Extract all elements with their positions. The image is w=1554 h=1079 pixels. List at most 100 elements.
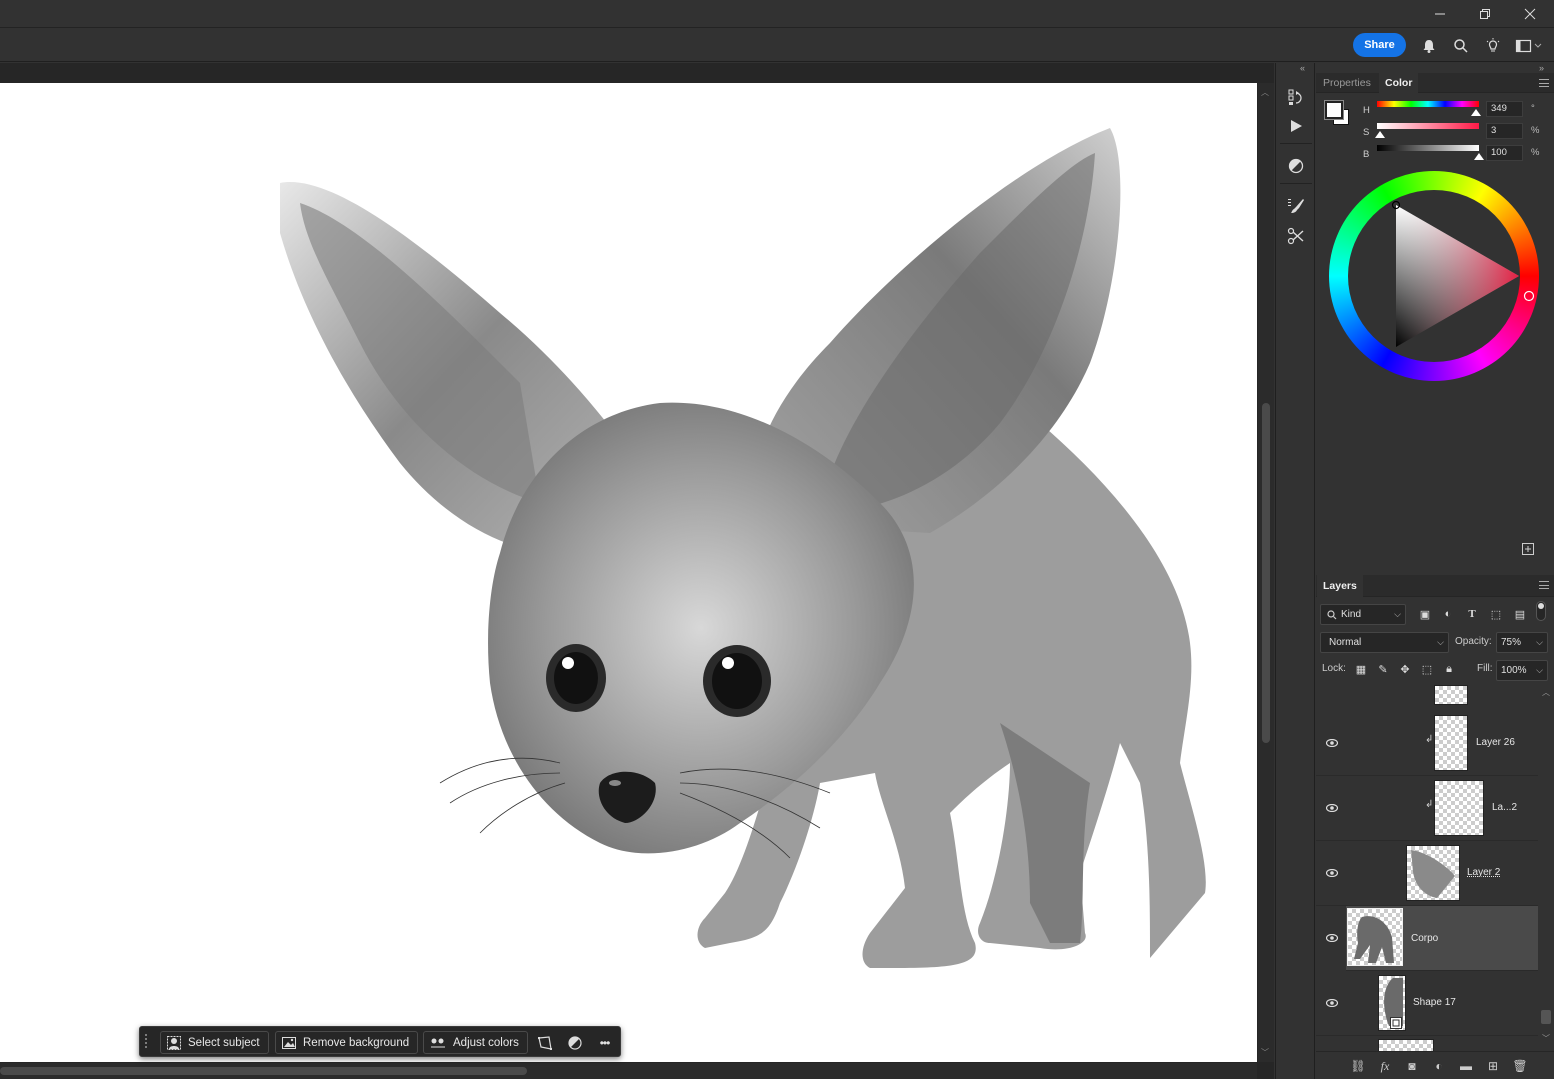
layer-row[interactable]: Shape 17 bbox=[1316, 971, 1538, 1036]
scroll-up-icon[interactable]: ︿ bbox=[1261, 87, 1269, 98]
delete-layer-trash-icon[interactable]: 🗑︎ bbox=[1511, 1058, 1529, 1074]
horizontal-scroll-thumb[interactable] bbox=[0, 1067, 527, 1075]
clone-source-button[interactable] bbox=[1284, 224, 1308, 248]
restore-button[interactable] bbox=[1462, 0, 1508, 28]
adjust-colors-button[interactable]: Adjust colors bbox=[423, 1031, 528, 1054]
panel-menu-icon[interactable] bbox=[1539, 79, 1549, 87]
scroll-down-icon[interactable]: ﹀ bbox=[1542, 1033, 1550, 1044]
tab-properties[interactable]: Properties bbox=[1317, 73, 1377, 93]
hue-field[interactable]: 349 bbox=[1486, 101, 1523, 117]
lock-artboard-icon[interactable]: ⬚ bbox=[1420, 662, 1434, 676]
layers-scroll-thumb[interactable] bbox=[1541, 1010, 1551, 1024]
shape-layer-icon bbox=[1390, 1017, 1402, 1029]
opacity-value: 75% bbox=[1501, 637, 1522, 648]
visibility-eye-icon[interactable] bbox=[1326, 867, 1338, 879]
panel-menu-icon[interactable] bbox=[1539, 581, 1549, 589]
opacity-field[interactable]: 75% ⌵ bbox=[1496, 632, 1548, 653]
notifications-button[interactable] bbox=[1418, 35, 1440, 57]
add-mask-icon[interactable]: ◙ bbox=[1403, 1058, 1421, 1074]
new-adjustment-layer-icon[interactable]: ◐ bbox=[1430, 1058, 1448, 1074]
new-group-folder-icon[interactable]: ▬ bbox=[1457, 1058, 1475, 1074]
layer-name: Shape 17 bbox=[1413, 997, 1456, 1008]
layer-row[interactable]: Layer 2 bbox=[1316, 841, 1538, 906]
more-options-button[interactable]: ••• bbox=[593, 1031, 616, 1054]
hue-ring-marker bbox=[1523, 290, 1535, 302]
visibility-eye-icon[interactable] bbox=[1326, 932, 1338, 944]
layers-list[interactable]: ↲ Layer 26 ↲ La...2 Layer 2 Corpo Shape … bbox=[1316, 683, 1554, 1051]
visibility-eye-icon[interactable] bbox=[1326, 802, 1338, 814]
hue-slider[interactable] bbox=[1377, 101, 1479, 107]
history-panel-button[interactable] bbox=[1284, 85, 1308, 109]
collapse-panels-icon[interactable]: « bbox=[1300, 63, 1305, 73]
workspace-button[interactable] bbox=[1513, 35, 1545, 57]
saturation-slider-knob[interactable] bbox=[1375, 131, 1386, 138]
layer-style-fx-icon[interactable]: fx bbox=[1376, 1058, 1394, 1074]
brightness-field[interactable]: 100 bbox=[1486, 145, 1523, 161]
share-button[interactable]: Share bbox=[1353, 33, 1406, 57]
brightness-slider-knob[interactable] bbox=[1474, 153, 1484, 160]
canvas-area[interactable]: ︿ ﹀ bbox=[0, 63, 1274, 1079]
actions-panel-button[interactable] bbox=[1284, 114, 1308, 138]
link-layers-icon[interactable]: ⛓ bbox=[1349, 1058, 1367, 1074]
filter-smart-objects-icon[interactable]: ▤ bbox=[1513, 607, 1527, 621]
brightness-slider[interactable] bbox=[1377, 145, 1479, 151]
restore-icon bbox=[1480, 9, 1490, 19]
filter-adjustment-layers-icon[interactable]: ◐ bbox=[1441, 607, 1455, 621]
close-icon bbox=[1524, 8, 1536, 20]
discover-button[interactable] bbox=[1482, 35, 1504, 57]
clone-stamp-icon bbox=[1287, 227, 1304, 245]
visibility-eye-icon[interactable] bbox=[1326, 997, 1338, 1009]
filter-pixel-layers-icon[interactable]: ▣ bbox=[1418, 607, 1432, 621]
minimize-button[interactable] bbox=[1417, 0, 1463, 28]
lock-position-icon[interactable]: ✥ bbox=[1398, 662, 1412, 676]
brightness-label: B bbox=[1363, 149, 1370, 160]
adjustment-button[interactable] bbox=[563, 1031, 586, 1054]
foreground-color-swatch[interactable] bbox=[1324, 100, 1344, 120]
saturation-field[interactable]: 3 bbox=[1486, 123, 1523, 139]
select-subject-button[interactable]: Select subject bbox=[160, 1031, 269, 1054]
layer-row-selected[interactable]: Corpo bbox=[1346, 906, 1538, 971]
lock-image-pixels-icon[interactable]: ✎ bbox=[1376, 662, 1390, 676]
transform-button[interactable] bbox=[533, 1031, 556, 1054]
fill-value: 100% bbox=[1501, 665, 1527, 676]
adjustments-panel-button[interactable] bbox=[1284, 154, 1308, 178]
fill-field[interactable]: 100% ⌵ bbox=[1496, 660, 1548, 681]
layer-row[interactable]: ↲ Layer 26 bbox=[1316, 711, 1538, 776]
brush-settings-button[interactable] bbox=[1284, 194, 1308, 218]
contextual-task-bar: Select subject Remove background Adjust … bbox=[139, 1026, 621, 1057]
lock-all-icon[interactable]: 🔒︎ bbox=[1442, 662, 1456, 676]
color-triangle[interactable] bbox=[1329, 171, 1539, 381]
filter-shape-layers-icon[interactable]: ⬚ bbox=[1489, 607, 1503, 621]
layers-scrollbar[interactable]: ︿ ﹀ bbox=[1538, 687, 1554, 1051]
panel-icon-strip: « bbox=[1275, 63, 1315, 1079]
filter-type-layers-icon[interactable]: T bbox=[1465, 607, 1479, 621]
remove-background-label: Remove background bbox=[303, 1036, 410, 1049]
document-canvas[interactable] bbox=[0, 83, 1257, 1062]
search-button[interactable] bbox=[1450, 35, 1472, 57]
expand-panels-icon[interactable]: » bbox=[1539, 63, 1544, 73]
color-wheel[interactable] bbox=[1329, 171, 1539, 381]
lock-transparent-pixels-icon[interactable]: ▦ bbox=[1354, 662, 1368, 676]
vertical-scrollbar[interactable]: ︿ ﹀ bbox=[1258, 83, 1274, 1062]
drag-handle-icon[interactable] bbox=[144, 1033, 148, 1051]
tab-layers[interactable]: Layers bbox=[1317, 575, 1363, 597]
filter-toggle[interactable] bbox=[1536, 601, 1546, 621]
chevron-down-icon: ⌵ bbox=[1536, 665, 1543, 675]
vertical-scroll-thumb[interactable] bbox=[1262, 403, 1270, 743]
new-layer-icon[interactable]: ⊞ bbox=[1484, 1058, 1502, 1074]
saturation-slider[interactable] bbox=[1377, 123, 1479, 129]
remove-background-button[interactable]: Remove background bbox=[275, 1031, 419, 1054]
tab-color[interactable]: Color bbox=[1379, 73, 1419, 93]
horizontal-scrollbar[interactable] bbox=[0, 1063, 1257, 1079]
hue-slider-knob[interactable] bbox=[1470, 109, 1481, 116]
layer-row[interactable]: ↲ La...2 bbox=[1316, 776, 1538, 841]
visibility-eye-icon[interactable] bbox=[1326, 737, 1338, 749]
scroll-down-icon[interactable]: ﹀ bbox=[1261, 1047, 1269, 1058]
scroll-up-icon[interactable]: ︿ bbox=[1542, 687, 1550, 698]
layer-filter-dropdown[interactable]: Kind ⌵ bbox=[1320, 604, 1406, 625]
bell-icon bbox=[1423, 40, 1435, 53]
layer-thumbnail bbox=[1378, 1039, 1434, 1051]
add-swatch-button[interactable] bbox=[1522, 543, 1534, 555]
blend-mode-dropdown[interactable]: Normal ⌵ bbox=[1320, 632, 1449, 653]
close-button[interactable] bbox=[1507, 0, 1553, 28]
